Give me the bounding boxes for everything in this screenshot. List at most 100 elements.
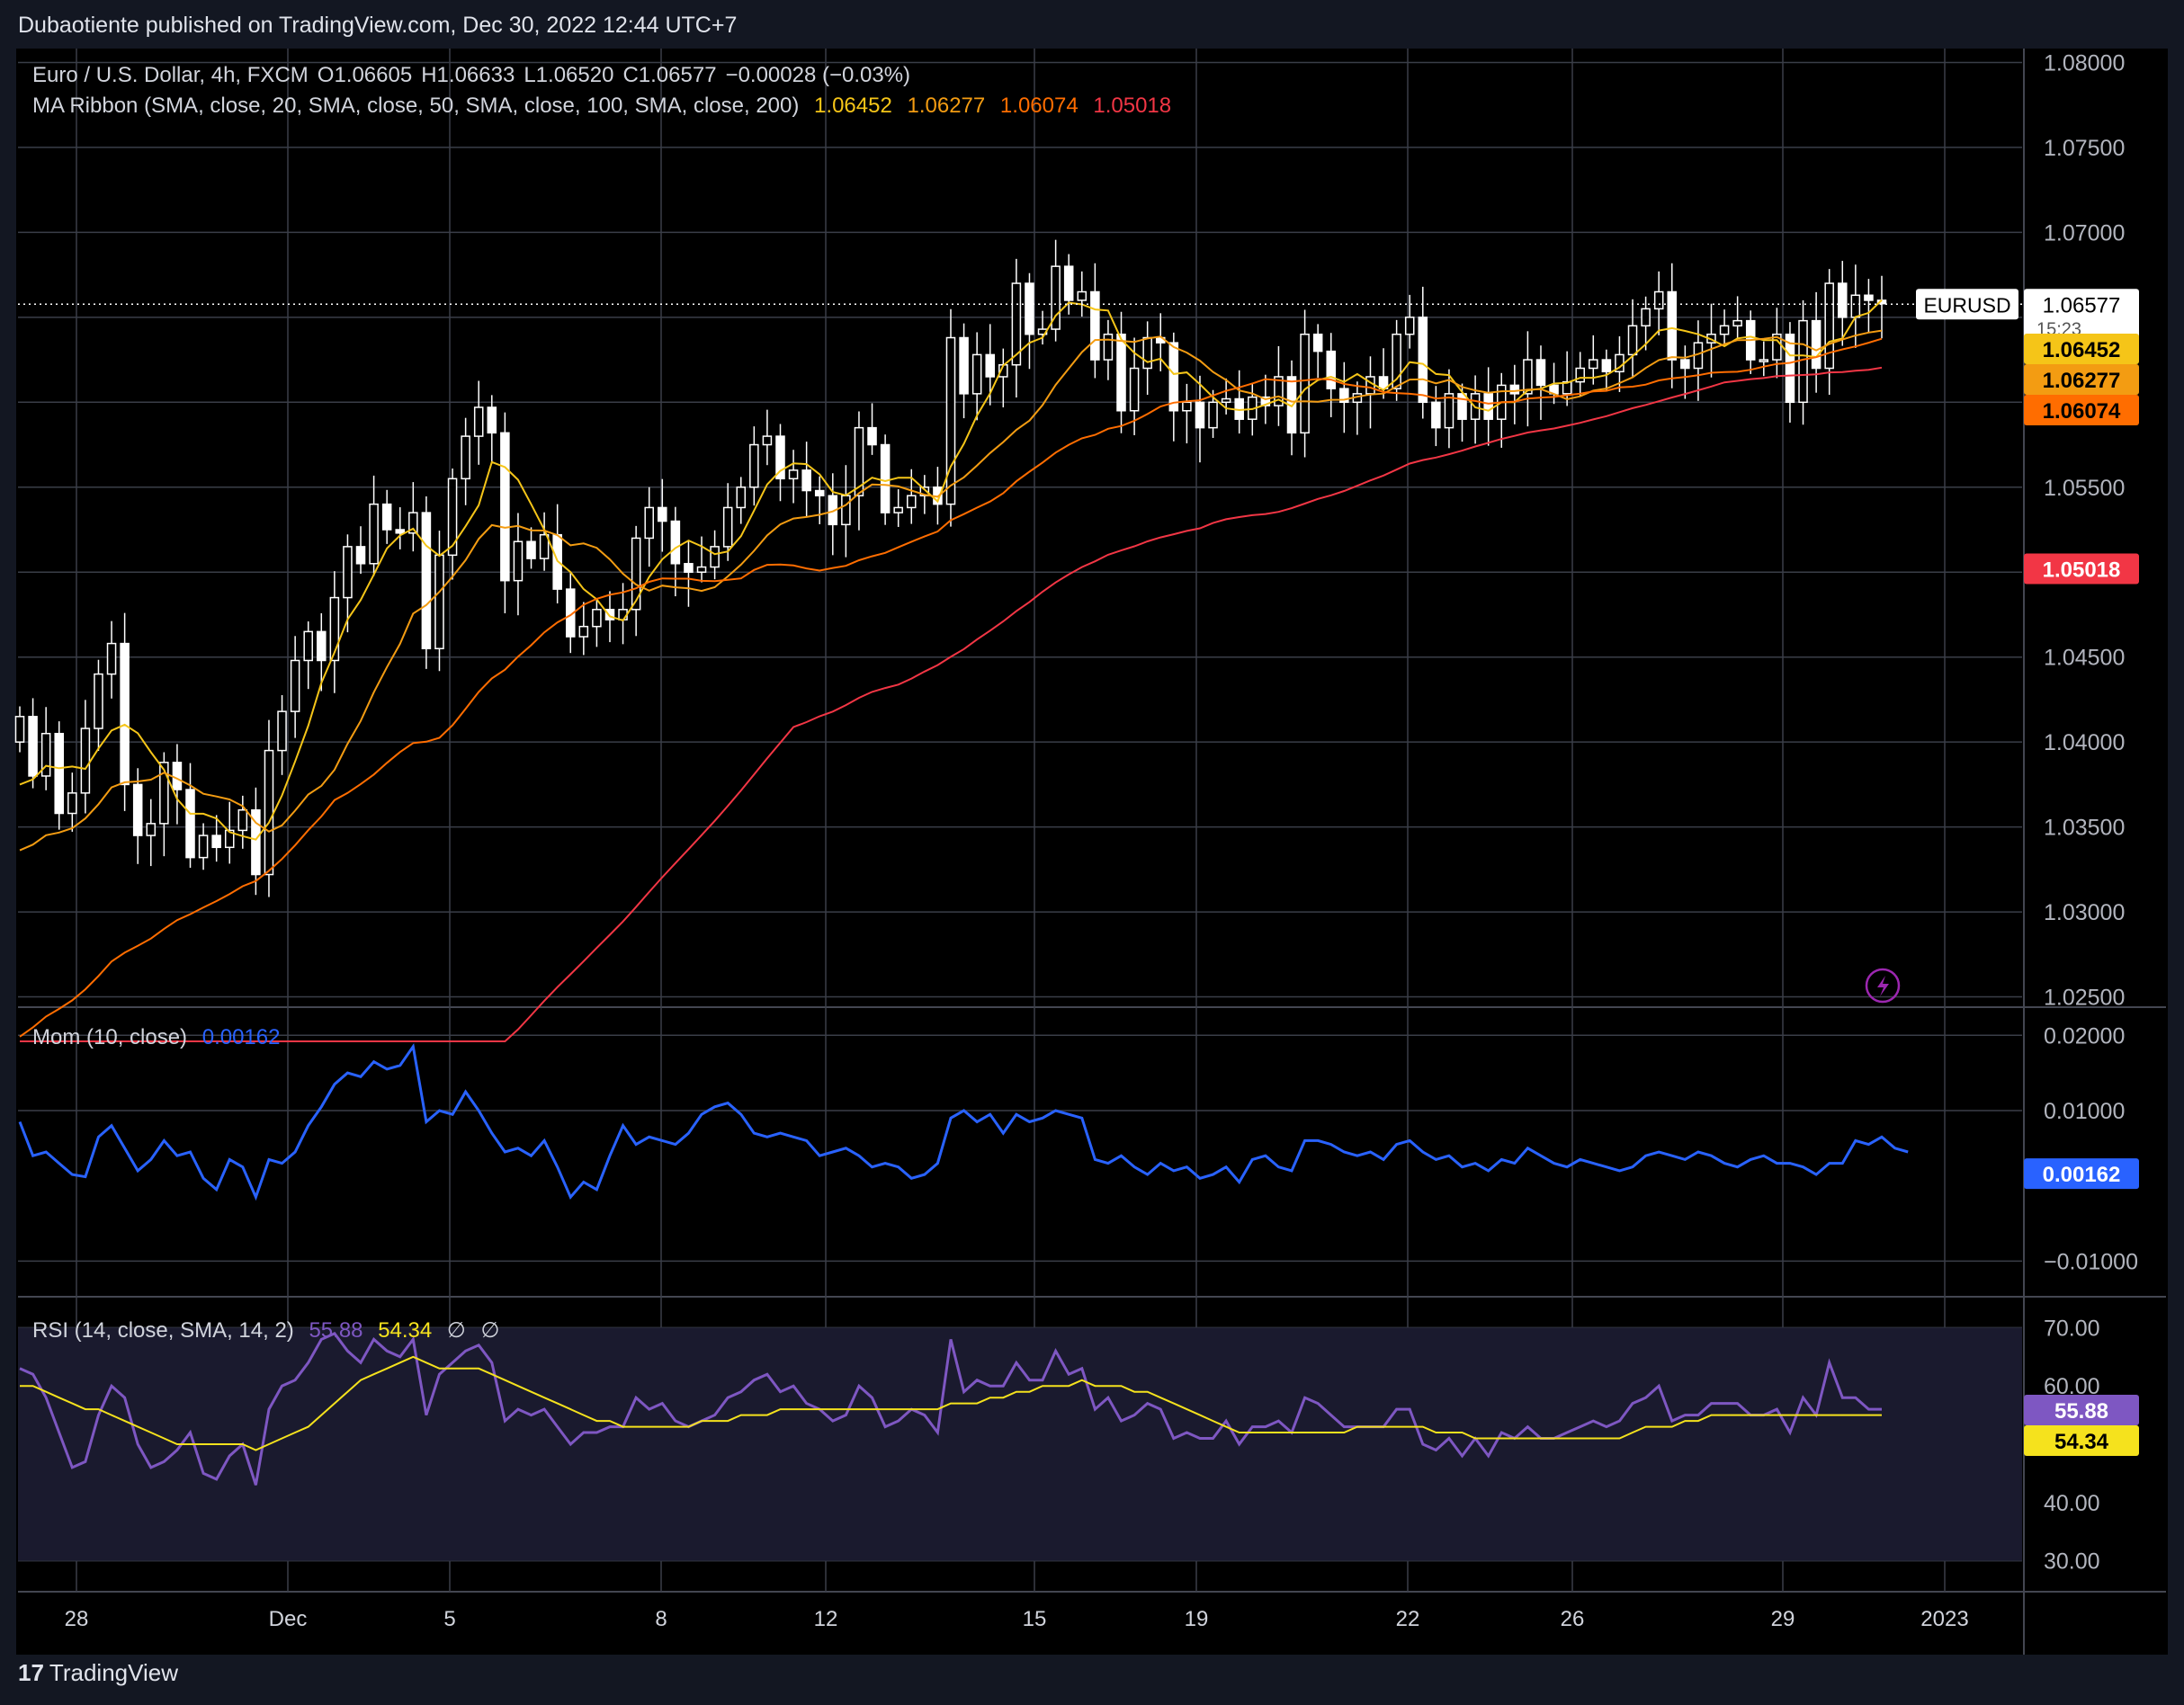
ma100-value: 1.06074 (999, 94, 1079, 118)
candle-body-31 (421, 512, 432, 649)
candle-body-51 (684, 563, 694, 573)
time-tick-label-5: 15 (1023, 1607, 1047, 1631)
ma-tag-2-text: 1.06074 (2043, 399, 2121, 424)
close-value: 1.06577 (638, 63, 717, 87)
candle-body-6 (94, 673, 103, 729)
rsi-pane[interactable] (18, 1327, 2022, 1561)
ma-tag-1-text: 1.06277 (2043, 369, 2121, 393)
candle-body-116 (1535, 359, 1546, 387)
candle-body-127 (1680, 359, 1690, 370)
momentum-legend[interactable]: Mom (10, close) 0.00162 (32, 1025, 289, 1050)
ma-ribbon-legend[interactable]: MA Ribbon (SMA, close, 20, SMA, close, 5… (32, 94, 1180, 119)
candle-body-3 (54, 732, 65, 815)
open-label: O (317, 63, 335, 87)
candle-body-91 (1208, 401, 1218, 429)
change-value: −0.00028 (−0.03%) (725, 63, 911, 87)
candle-body-130 (1719, 325, 1730, 335)
candle-body-33 (447, 478, 458, 557)
candle-body-53 (710, 546, 720, 568)
candle-body-55 (736, 487, 747, 509)
candle-body-4 (67, 792, 77, 815)
candle-body-37 (500, 432, 510, 582)
candle-body-125 (1653, 290, 1664, 310)
candle-body-36 (487, 406, 497, 434)
publisher-line: Dubaotiente published on TradingView.com… (18, 13, 738, 38)
candle-body-77 (1025, 282, 1034, 335)
candle-body-99 (1312, 333, 1323, 353)
time-tick-label-9: 29 (1771, 1607, 1795, 1631)
candle-body-72 (959, 336, 969, 395)
candle-body-14 (198, 835, 209, 859)
candle-body-140 (1850, 294, 1861, 318)
ma-ribbon-label: MA Ribbon (SMA, close, 20, SMA, close, 5… (32, 94, 800, 118)
candle-body-34 (461, 435, 470, 480)
candle-body-81 (1077, 290, 1088, 301)
momentum-label: Mom (10, close) (32, 1025, 188, 1049)
rsi-tick-label-3: 40.00 (2044, 1491, 2100, 1516)
candle-body-45 (604, 609, 615, 620)
candle-body-48 (644, 506, 654, 540)
candle-body-54 (722, 506, 733, 548)
candle-body-60 (801, 469, 811, 492)
price-tick-label-0: 1.08000 (2044, 50, 2125, 76)
high-label: H (421, 63, 437, 87)
symbol-legend[interactable]: Euro / U.S. Dollar, 4h, FXCM O1.06605 H1.0… (32, 63, 919, 88)
price-tick-label-5: 1.05500 (2044, 476, 2125, 501)
candle-body-136 (1798, 319, 1808, 404)
candle-body-57 (762, 435, 773, 446)
candle-body-110 (1457, 393, 1467, 420)
candle-body-10 (146, 823, 157, 836)
candle-body-68 (906, 495, 917, 509)
candle-body-19 (264, 749, 274, 876)
candle-body-139 (1837, 282, 1848, 318)
rsi-sma-tag-text: 54.34 (2054, 1430, 2109, 1454)
candle-body-141 (1864, 294, 1874, 301)
rsi-tag-text: 55.88 (2054, 1399, 2108, 1424)
momentum-tag-text: 0.00162 (2043, 1163, 2121, 1187)
candle-body-124 (1641, 308, 1651, 327)
candle-body-65 (867, 426, 877, 446)
candle-body-106 (1404, 317, 1415, 335)
mom-tick-label-2: −0.01000 (2044, 1249, 2138, 1274)
rsi-label: RSI (14, close, SMA, 14, 2) (32, 1318, 294, 1343)
candle-body-126 (1667, 290, 1678, 361)
rsi-tick-label-4: 30.00 (2044, 1549, 2100, 1575)
na-1: ∅ (446, 1318, 466, 1343)
candle-body-120 (1589, 359, 1598, 370)
tradingview-logo[interactable]: 17 TradingView (18, 1659, 178, 1687)
mom-tick-label-0: 0.02000 (2044, 1023, 2125, 1049)
price-tick-label-1: 1.07500 (2044, 136, 2125, 161)
candle-body-50 (670, 520, 681, 565)
candle-body-90 (1195, 401, 1205, 429)
candle-body-138 (1824, 282, 1834, 370)
candle-body-89 (1182, 401, 1192, 412)
candle-body-7 (106, 642, 117, 675)
candle-body-85 (1129, 367, 1140, 412)
candle-body-103 (1365, 376, 1375, 395)
candle-body-22 (303, 630, 313, 662)
price-tick-label-9: 1.03500 (2044, 816, 2125, 841)
candle-body-121 (1601, 359, 1612, 373)
rsi-band (18, 1327, 2022, 1561)
ma200-value: 1.05018 (1093, 94, 1172, 118)
candle-body-58 (775, 435, 785, 480)
candle-body-5 (80, 728, 91, 794)
rsi-legend[interactable]: RSI (14, close, SMA, 14, 2) 55.88 54.34 … (32, 1317, 508, 1343)
candle-body-88 (1168, 342, 1179, 412)
candle-body-35 (473, 406, 484, 437)
candle-body-32 (434, 554, 444, 650)
candle-body-0 (14, 716, 25, 743)
time-tick-label-3: 8 (655, 1607, 667, 1631)
tv-logo-text: TradingView (49, 1659, 178, 1686)
candle-body-131 (1732, 319, 1742, 327)
candle-body-21 (290, 659, 300, 712)
candle-body-123 (1627, 325, 1638, 356)
candle-body-114 (1509, 384, 1520, 395)
rsi-tick-label-0: 70.00 (2044, 1316, 2100, 1341)
time-tick-label-6: 19 (1185, 1607, 1209, 1631)
ma20-value: 1.06452 (814, 94, 892, 118)
candle-body-1 (28, 716, 38, 777)
candle-body-44 (592, 609, 602, 628)
candle-body-56 (749, 443, 759, 488)
ma50-value: 1.06277 (907, 94, 986, 118)
